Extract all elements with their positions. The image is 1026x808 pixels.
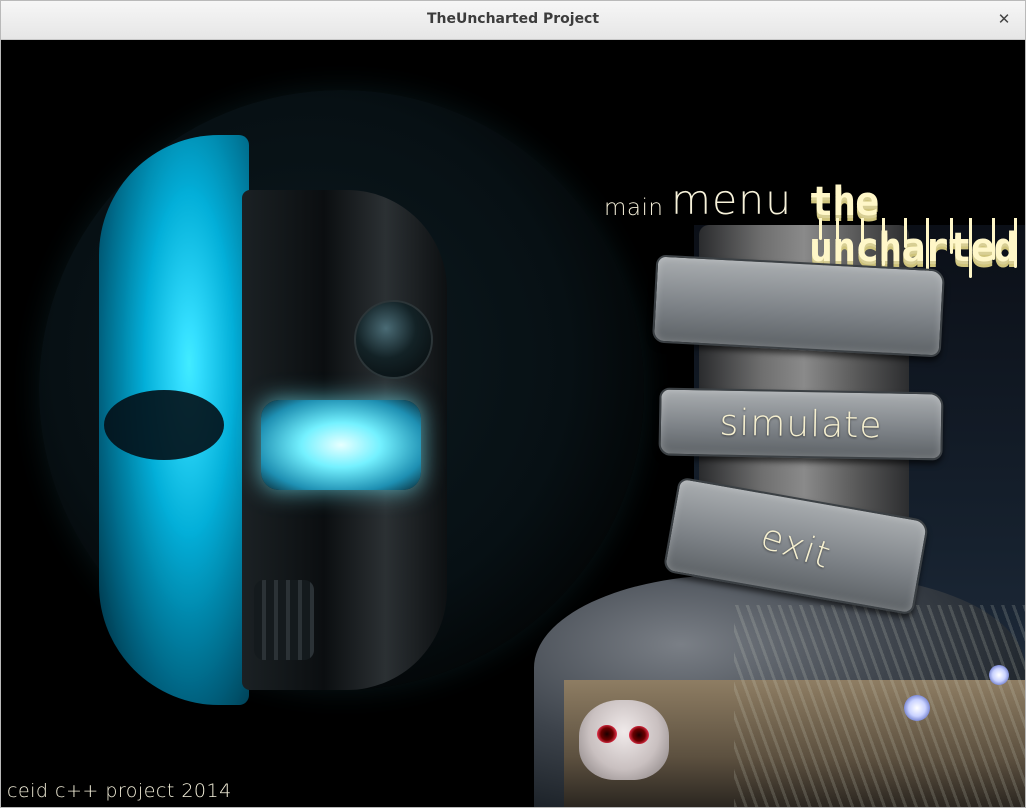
paint-drip-art [882,218,885,266]
paint-drip-art [861,218,864,246]
paint-drip-art [969,218,972,278]
paint-drip-art [992,218,995,260]
menu-button-label [654,257,943,356]
app-window: TheUncharted Project ✕ main menu the unc… [0,0,1026,808]
skull-eye-socket-art [104,390,224,460]
menu-button-blank[interactable] [651,254,946,358]
paint-drip-art [836,218,839,258]
simulate-button[interactable]: simulate [658,387,944,461]
flower-icon [904,695,930,721]
paint-drip-art [904,218,907,248]
grass-art [734,605,1025,807]
simulate-button-label: simulate [719,402,883,446]
paint-drip-art [926,218,929,274]
skull-eye-icon [629,726,649,744]
robot-visor-art [261,400,421,490]
flower-icon [989,665,1009,685]
window-title: TheUncharted Project [426,11,600,27]
title-bar[interactable]: TheUncharted Project ✕ [1,1,1025,40]
skull-icon [579,700,669,780]
robot-lens-art [354,300,433,379]
heading-main-label: main [604,195,664,221]
paint-drip-art [1014,218,1017,268]
paint-drip-art [950,218,953,254]
robot-grill-art [254,580,314,660]
close-icon[interactable]: ✕ [993,8,1015,30]
game-canvas: main menu the uncharted simulate exit ce… [4,40,1025,807]
paint-drip-art [819,218,822,240]
heading-menu-label: menu [671,176,793,224]
footer-credit: ceid c++ project 2014 [7,780,232,802]
skull-eye-icon [597,725,617,743]
